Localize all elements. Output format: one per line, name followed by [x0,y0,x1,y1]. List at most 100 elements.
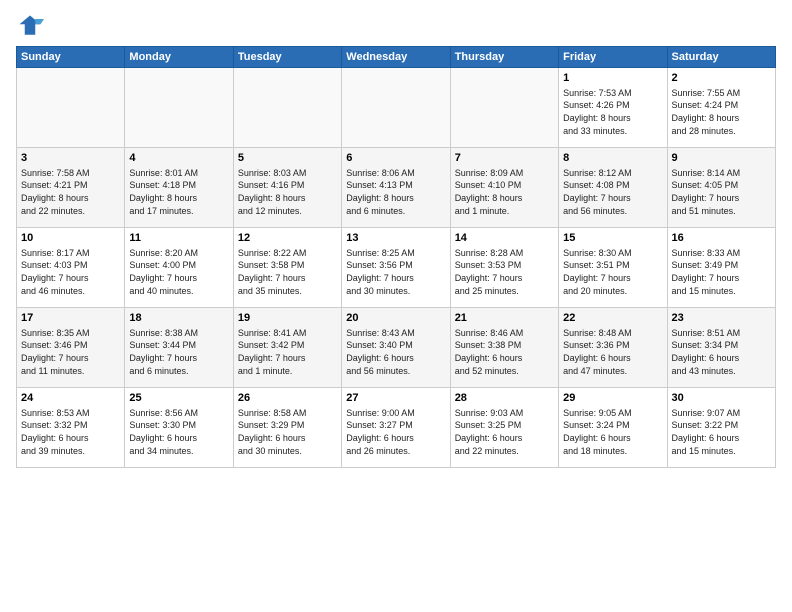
calendar-table: SundayMondayTuesdayWednesdayThursdayFrid… [16,46,776,468]
day-number: 15 [563,231,662,246]
day-info: Sunrise: 8:38 AM Sunset: 3:44 PM Dayligh… [129,327,228,377]
day-number: 5 [238,151,337,166]
day-number: 23 [672,311,771,326]
calendar-cell [17,68,125,148]
day-info: Sunrise: 8:58 AM Sunset: 3:29 PM Dayligh… [238,407,337,457]
day-number: 2 [672,71,771,86]
calendar-week-row: 3Sunrise: 7:58 AM Sunset: 4:21 PM Daylig… [17,148,776,228]
calendar-cell: 26Sunrise: 8:58 AM Sunset: 3:29 PM Dayli… [233,388,341,468]
calendar-cell: 16Sunrise: 8:33 AM Sunset: 3:49 PM Dayli… [667,228,775,308]
day-number: 28 [455,391,554,406]
day-info: Sunrise: 8:33 AM Sunset: 3:49 PM Dayligh… [672,247,771,297]
page: SundayMondayTuesdayWednesdayThursdayFrid… [0,0,792,612]
day-number: 19 [238,311,337,326]
day-info: Sunrise: 8:17 AM Sunset: 4:03 PM Dayligh… [21,247,120,297]
calendar-cell: 29Sunrise: 9:05 AM Sunset: 3:24 PM Dayli… [559,388,667,468]
day-info: Sunrise: 9:03 AM Sunset: 3:25 PM Dayligh… [455,407,554,457]
calendar-cell: 2Sunrise: 7:55 AM Sunset: 4:24 PM Daylig… [667,68,775,148]
day-number: 17 [21,311,120,326]
day-number: 16 [672,231,771,246]
day-info: Sunrise: 8:28 AM Sunset: 3:53 PM Dayligh… [455,247,554,297]
day-number: 1 [563,71,662,86]
day-number: 20 [346,311,445,326]
day-info: Sunrise: 8:35 AM Sunset: 3:46 PM Dayligh… [21,327,120,377]
calendar-week-row: 10Sunrise: 8:17 AM Sunset: 4:03 PM Dayli… [17,228,776,308]
calendar-cell: 4Sunrise: 8:01 AM Sunset: 4:18 PM Daylig… [125,148,233,228]
calendar-cell [450,68,558,148]
day-number: 29 [563,391,662,406]
calendar-cell [233,68,341,148]
calendar-cell [342,68,450,148]
calendar-cell [125,68,233,148]
day-info: Sunrise: 8:51 AM Sunset: 3:34 PM Dayligh… [672,327,771,377]
day-info: Sunrise: 8:43 AM Sunset: 3:40 PM Dayligh… [346,327,445,377]
day-number: 3 [21,151,120,166]
day-number: 30 [672,391,771,406]
day-info: Sunrise: 8:53 AM Sunset: 3:32 PM Dayligh… [21,407,120,457]
calendar-cell: 21Sunrise: 8:46 AM Sunset: 3:38 PM Dayli… [450,308,558,388]
day-number: 11 [129,231,228,246]
day-info: Sunrise: 8:46 AM Sunset: 3:38 PM Dayligh… [455,327,554,377]
day-number: 22 [563,311,662,326]
weekday-header-row: SundayMondayTuesdayWednesdayThursdayFrid… [17,47,776,68]
calendar-cell: 10Sunrise: 8:17 AM Sunset: 4:03 PM Dayli… [17,228,125,308]
weekday-header: Sunday [17,47,125,68]
day-info: Sunrise: 8:14 AM Sunset: 4:05 PM Dayligh… [672,167,771,217]
calendar-cell: 28Sunrise: 9:03 AM Sunset: 3:25 PM Dayli… [450,388,558,468]
calendar-cell: 8Sunrise: 8:12 AM Sunset: 4:08 PM Daylig… [559,148,667,228]
day-info: Sunrise: 8:56 AM Sunset: 3:30 PM Dayligh… [129,407,228,457]
weekday-header: Saturday [667,47,775,68]
calendar-cell: 12Sunrise: 8:22 AM Sunset: 3:58 PM Dayli… [233,228,341,308]
calendar-cell: 27Sunrise: 9:00 AM Sunset: 3:27 PM Dayli… [342,388,450,468]
calendar-cell: 6Sunrise: 8:06 AM Sunset: 4:13 PM Daylig… [342,148,450,228]
weekday-header: Tuesday [233,47,341,68]
weekday-header: Friday [559,47,667,68]
calendar-cell: 18Sunrise: 8:38 AM Sunset: 3:44 PM Dayli… [125,308,233,388]
day-number: 13 [346,231,445,246]
calendar-cell: 19Sunrise: 8:41 AM Sunset: 3:42 PM Dayli… [233,308,341,388]
day-info: Sunrise: 9:07 AM Sunset: 3:22 PM Dayligh… [672,407,771,457]
calendar-cell: 14Sunrise: 8:28 AM Sunset: 3:53 PM Dayli… [450,228,558,308]
calendar-week-row: 17Sunrise: 8:35 AM Sunset: 3:46 PM Dayli… [17,308,776,388]
calendar-cell: 30Sunrise: 9:07 AM Sunset: 3:22 PM Dayli… [667,388,775,468]
logo [16,12,48,40]
calendar-cell: 20Sunrise: 8:43 AM Sunset: 3:40 PM Dayli… [342,308,450,388]
day-info: Sunrise: 8:30 AM Sunset: 3:51 PM Dayligh… [563,247,662,297]
day-number: 7 [455,151,554,166]
calendar-cell: 11Sunrise: 8:20 AM Sunset: 4:00 PM Dayli… [125,228,233,308]
day-number: 25 [129,391,228,406]
day-info: Sunrise: 8:12 AM Sunset: 4:08 PM Dayligh… [563,167,662,217]
day-info: Sunrise: 8:20 AM Sunset: 4:00 PM Dayligh… [129,247,228,297]
day-number: 10 [21,231,120,246]
day-number: 14 [455,231,554,246]
day-info: Sunrise: 8:22 AM Sunset: 3:58 PM Dayligh… [238,247,337,297]
calendar-cell: 23Sunrise: 8:51 AM Sunset: 3:34 PM Dayli… [667,308,775,388]
day-number: 26 [238,391,337,406]
calendar-cell: 24Sunrise: 8:53 AM Sunset: 3:32 PM Dayli… [17,388,125,468]
day-info: Sunrise: 7:55 AM Sunset: 4:24 PM Dayligh… [672,87,771,137]
day-number: 12 [238,231,337,246]
calendar-cell: 22Sunrise: 8:48 AM Sunset: 3:36 PM Dayli… [559,308,667,388]
day-number: 8 [563,151,662,166]
day-info: Sunrise: 7:58 AM Sunset: 4:21 PM Dayligh… [21,167,120,217]
day-number: 21 [455,311,554,326]
day-number: 27 [346,391,445,406]
day-info: Sunrise: 8:41 AM Sunset: 3:42 PM Dayligh… [238,327,337,377]
day-info: Sunrise: 8:01 AM Sunset: 4:18 PM Dayligh… [129,167,228,217]
day-info: Sunrise: 8:03 AM Sunset: 4:16 PM Dayligh… [238,167,337,217]
day-info: Sunrise: 8:48 AM Sunset: 3:36 PM Dayligh… [563,327,662,377]
calendar-cell: 15Sunrise: 8:30 AM Sunset: 3:51 PM Dayli… [559,228,667,308]
day-number: 18 [129,311,228,326]
day-info: Sunrise: 8:06 AM Sunset: 4:13 PM Dayligh… [346,167,445,217]
calendar-cell: 1Sunrise: 7:53 AM Sunset: 4:26 PM Daylig… [559,68,667,148]
weekday-header: Monday [125,47,233,68]
logo-icon [16,12,44,40]
calendar-cell: 17Sunrise: 8:35 AM Sunset: 3:46 PM Dayli… [17,308,125,388]
calendar-cell: 5Sunrise: 8:03 AM Sunset: 4:16 PM Daylig… [233,148,341,228]
calendar-cell: 3Sunrise: 7:58 AM Sunset: 4:21 PM Daylig… [17,148,125,228]
calendar-cell: 25Sunrise: 8:56 AM Sunset: 3:30 PM Dayli… [125,388,233,468]
day-number: 4 [129,151,228,166]
weekday-header: Wednesday [342,47,450,68]
calendar-week-row: 24Sunrise: 8:53 AM Sunset: 3:32 PM Dayli… [17,388,776,468]
day-info: Sunrise: 9:00 AM Sunset: 3:27 PM Dayligh… [346,407,445,457]
